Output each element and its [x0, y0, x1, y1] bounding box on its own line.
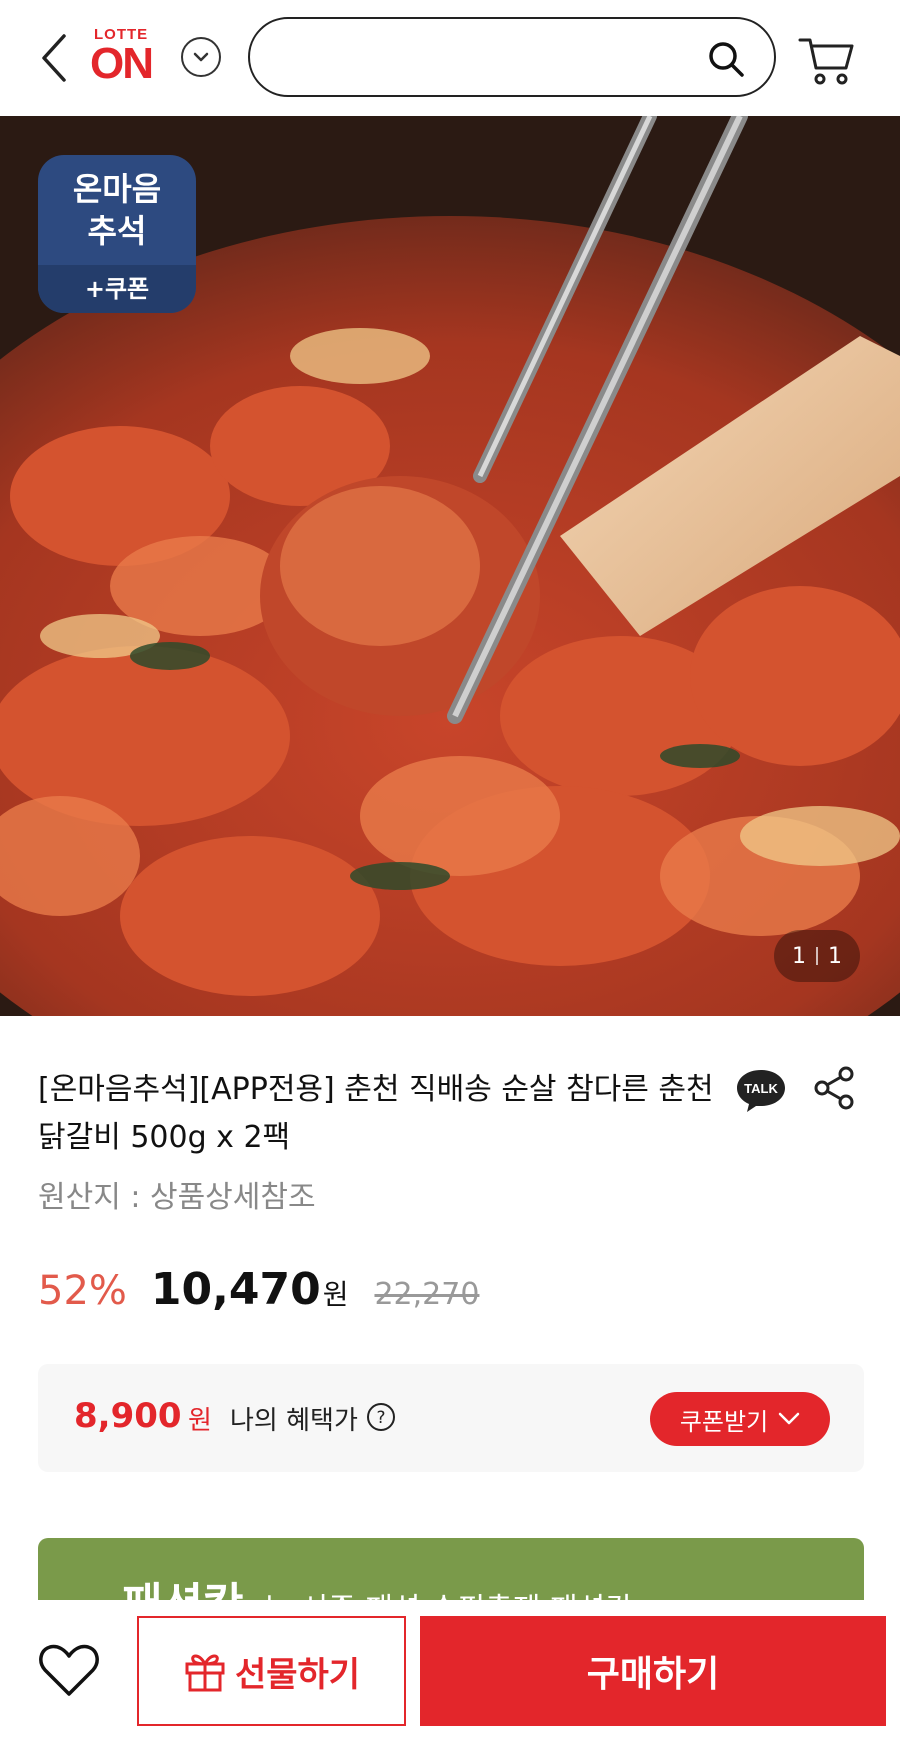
- image-counter: 1 1: [774, 930, 860, 982]
- get-coupon-label: 쿠폰받기: [679, 1407, 769, 1436]
- product-origin: 원산지 : 상품상세참조: [38, 1180, 316, 1215]
- search-icon[interactable]: [706, 39, 746, 79]
- promo-badge[interactable]: 온마음 추석 +쿠폰: [38, 155, 196, 313]
- search-bar[interactable]: [248, 17, 776, 97]
- benefit-label: 나의 혜택가: [230, 1406, 358, 1436]
- buy-button[interactable]: 구매하기: [420, 1616, 886, 1726]
- fashion-promo-banner[interactable]: 패션칸누 시즌 패션 슈핑축제 패션칸 >: [38, 1538, 864, 1608]
- image-counter-total: 1: [828, 943, 842, 969]
- image-counter-current: 1: [792, 943, 806, 969]
- back-button[interactable]: [34, 30, 74, 86]
- promo-badge-coupon: +쿠폰: [38, 265, 196, 313]
- gift-button-label: 선물하기: [234, 1654, 361, 1695]
- benefit-price: 8,900: [74, 1396, 182, 1436]
- mall-dropdown-button[interactable]: [181, 37, 221, 77]
- benefit-price-unit: 원: [188, 1406, 212, 1436]
- sale-price: 10,470: [150, 1264, 321, 1315]
- help-icon[interactable]: ?: [366, 1402, 396, 1432]
- product-title: [온마음추석][APP전용] 춘천 직배송 순살 참다른 춘천닭갈비 500g …: [38, 1072, 714, 1155]
- price-row: 52% 10,470 원 22,270: [38, 1264, 479, 1318]
- back-icon: [42, 34, 66, 82]
- top-header: LOTTE ON: [0, 0, 900, 116]
- talk-icon[interactable]: TALK: [734, 1066, 788, 1114]
- gift-icon: [185, 1654, 225, 1692]
- bottom-action-bar: 선물하기 구매하기: [0, 1600, 900, 1748]
- lotte-on-logo[interactable]: LOTTE ON: [90, 26, 164, 90]
- buy-button-label: 구매하기: [586, 1654, 720, 1695]
- get-coupon-button[interactable]: 쿠폰받기: [650, 1392, 830, 1446]
- discount-rate: 52%: [38, 1268, 127, 1314]
- svg-text:?: ?: [376, 1408, 385, 1428]
- chevron-down-icon: [778, 1412, 800, 1425]
- image-counter-separator: [816, 947, 818, 965]
- price-unit: 원: [322, 1278, 349, 1311]
- search-input[interactable]: [278, 33, 698, 81]
- svg-text:TALK: TALK: [744, 1081, 778, 1096]
- promo-badge-line1: 온마음: [72, 170, 162, 208]
- cart-icon[interactable]: [798, 34, 856, 86]
- promo-badge-line2: 추석: [87, 212, 147, 250]
- logo-main-text: ON: [90, 39, 154, 88]
- chevron-down-icon: [193, 52, 209, 62]
- product-image[interactable]: 온마음 추석 +쿠폰 1 1: [0, 116, 900, 1016]
- share-icon[interactable]: [812, 1066, 856, 1110]
- heart-icon[interactable]: [38, 1642, 100, 1698]
- gift-button[interactable]: 선물하기: [137, 1616, 406, 1726]
- benefit-price-box: 8,900 원 나의 혜택가 ? 쿠폰받기: [38, 1364, 864, 1472]
- original-price: 22,270: [374, 1277, 480, 1312]
